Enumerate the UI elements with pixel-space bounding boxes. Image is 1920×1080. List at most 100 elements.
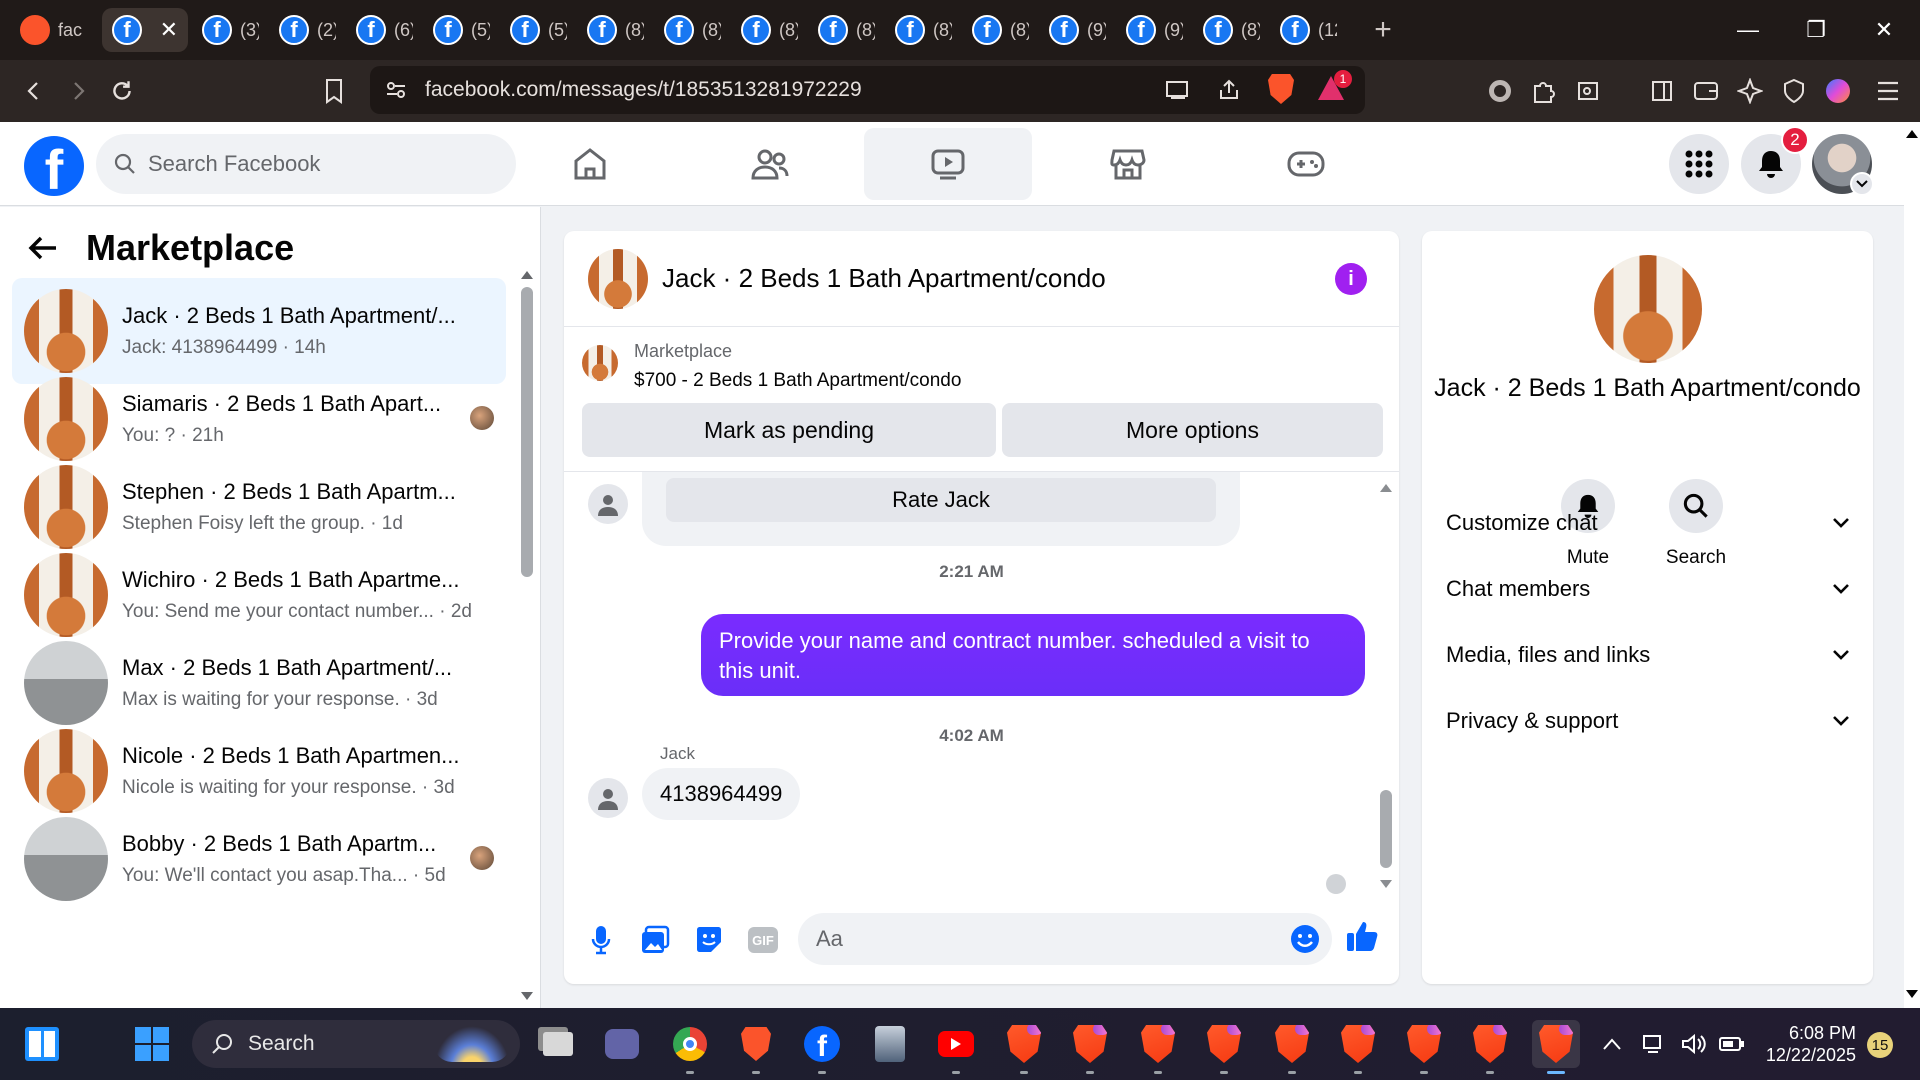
chat-scrollbar[interactable] [1380,790,1392,868]
start-icon[interactable] [128,1020,176,1068]
vpn-icon[interactable] [1478,69,1522,113]
sidebar-scrollbar[interactable] [521,287,533,577]
minimize-button[interactable]: — [1714,0,1782,60]
battery-icon[interactable] [1714,1020,1750,1068]
brave-window-icon[interactable] [1000,1020,1048,1074]
mark-as-pending-button[interactable]: Mark as pending [582,403,996,457]
brave-window-icon[interactable] [1268,1020,1316,1074]
brave-browser-icon[interactable] [732,1020,780,1074]
info-icon[interactable]: i [1335,263,1367,295]
browser-tab[interactable]: f ✕ [102,8,188,52]
brave-window-icon[interactable] [1134,1020,1182,1074]
game-app-icon[interactable] [866,1020,914,1068]
listing-title[interactable]: $700 - 2 Beds 1 Bath Apartment/condo [634,370,961,392]
chrome-icon[interactable] [666,1020,714,1074]
browser-tab[interactable]: f (12 [1270,8,1347,52]
task-view-icon[interactable] [534,1020,582,1068]
new-tab-button[interactable]: + [1363,10,1403,50]
browser-tab[interactable]: f (8) [1193,8,1270,52]
browser-tab[interactable]: f (5) [500,8,577,52]
close-window-button[interactable]: ✕ [1850,0,1918,60]
scroll-up-icon[interactable] [1380,482,1392,492]
page-scrollbar[interactable] [1904,122,1920,1008]
teams-icon[interactable] [598,1020,646,1068]
info-section-customize-chat[interactable]: Customize chat [1446,503,1850,543]
brave-window-icon[interactable] [1532,1020,1580,1074]
forward-button[interactable] [56,69,100,113]
address-bar[interactable]: facebook.com/messages/t/1853513281972229… [370,66,1365,114]
sidebar-toggle-icon[interactable] [1640,69,1684,113]
browser-tab[interactable]: f (8) [654,8,731,52]
more-options-button[interactable]: More options [1002,403,1383,457]
menu-grid-button[interactable] [1669,134,1729,194]
brave-window-icon[interactable] [1066,1020,1114,1074]
browser-tab[interactable]: f (8) [808,8,885,52]
brave-window-icon[interactable] [1200,1020,1248,1074]
brave-shields-icon[interactable] [1268,74,1294,104]
site-settings-icon[interactable] [385,79,407,101]
info-section-chat-members[interactable]: Chat members [1446,569,1850,609]
browser-tab[interactable]: f (2) [269,8,346,52]
nav-friends-button[interactable] [686,128,854,200]
youtube-icon[interactable] [932,1020,980,1074]
info-section-media-files-and-links[interactable]: Media, files and links [1446,635,1850,675]
browser-tab[interactable]: f (9) [1116,8,1193,52]
browser-tab[interactable]: f (3) [192,8,269,52]
cast-icon[interactable] [1165,78,1191,102]
notification-center-badge[interactable]: 15 [1867,1032,1893,1058]
search-input[interactable] [148,151,448,177]
wallet-icon[interactable] [1684,69,1728,113]
restore-button[interactable]: ❐ [1782,0,1850,60]
brave-window-icon[interactable] [1334,1020,1382,1074]
conversation-avatar[interactable] [1594,255,1702,363]
listing-card[interactable]: Marketplace $700 - 2 Beds 1 Bath Apartme… [582,341,961,392]
extensions-icon[interactable] [1522,69,1566,113]
widgets-icon[interactable] [18,1020,66,1068]
conversation-item[interactable]: Bobby · 2 Beds 1 Bath Apartm... You: We'l… [12,806,506,912]
facebook-logo-icon[interactable]: f [24,136,84,196]
chat-avatar[interactable] [588,248,648,309]
share-icon[interactable] [1217,78,1241,102]
gif-icon[interactable]: GIF [746,923,780,957]
profile-icon[interactable] [1816,69,1860,113]
back-arrow-icon[interactable] [28,235,58,261]
reload-button[interactable] [100,69,144,113]
browser-tab[interactable]: f (5) [423,8,500,52]
nav-home-button[interactable] [506,128,674,200]
brave-window-icon[interactable] [1400,1020,1448,1074]
emoji-icon[interactable] [1290,924,1320,954]
system-clock[interactable]: 6:08 PM 12/22/2025 [1756,1022,1856,1066]
browser-tab[interactable]: f (8) [885,8,962,52]
message-input[interactable] [798,913,1332,965]
volume-icon[interactable] [1676,1020,1712,1068]
nav-marketplace-button[interactable] [1044,128,1212,200]
sticker-icon[interactable] [692,923,726,957]
scroll-down-icon[interactable] [1380,880,1392,890]
nav-gaming-button[interactable] [1222,128,1390,200]
leo-ai-icon[interactable] [1728,69,1772,113]
chevron-down-icon[interactable] [1850,172,1874,196]
facebook-app-icon[interactable]: f [798,1020,846,1074]
close-tab-icon[interactable]: ✕ [160,17,178,43]
browser-tab[interactable]: f (8) [577,8,654,52]
url-text[interactable]: facebook.com/messages/t/1853513281972229 [425,78,862,102]
chat-title[interactable]: Jack · 2 Beds 1 Bath Apartment/condo [662,263,1106,294]
browser-tab[interactable]: fac [10,8,98,52]
browser-tab[interactable]: f (6) [346,8,423,52]
brave-window-icon[interactable] [1466,1020,1514,1074]
facebook-search[interactable] [96,134,516,194]
nav-video-button[interactable] [864,128,1032,200]
menu-icon[interactable] [1866,69,1910,113]
photo-icon[interactable] [638,923,672,957]
like-icon[interactable] [1346,919,1380,953]
incoming-message[interactable]: 4138964499 [642,768,801,820]
taskbar-search[interactable]: Search [192,1020,520,1068]
chevron-up-icon[interactable] [1594,1020,1630,1068]
scroll-down-icon[interactable] [521,992,533,1002]
browser-tab[interactable]: f (9) [1039,8,1116,52]
brave-rewards-icon[interactable]: 1 [1316,70,1352,102]
info-section-privacy-support[interactable]: Privacy & support [1446,701,1850,741]
outgoing-message[interactable]: Provide your name and contract number. s… [701,614,1365,696]
scroll-up-icon[interactable] [521,269,533,279]
bookmark-icon[interactable] [312,69,356,113]
